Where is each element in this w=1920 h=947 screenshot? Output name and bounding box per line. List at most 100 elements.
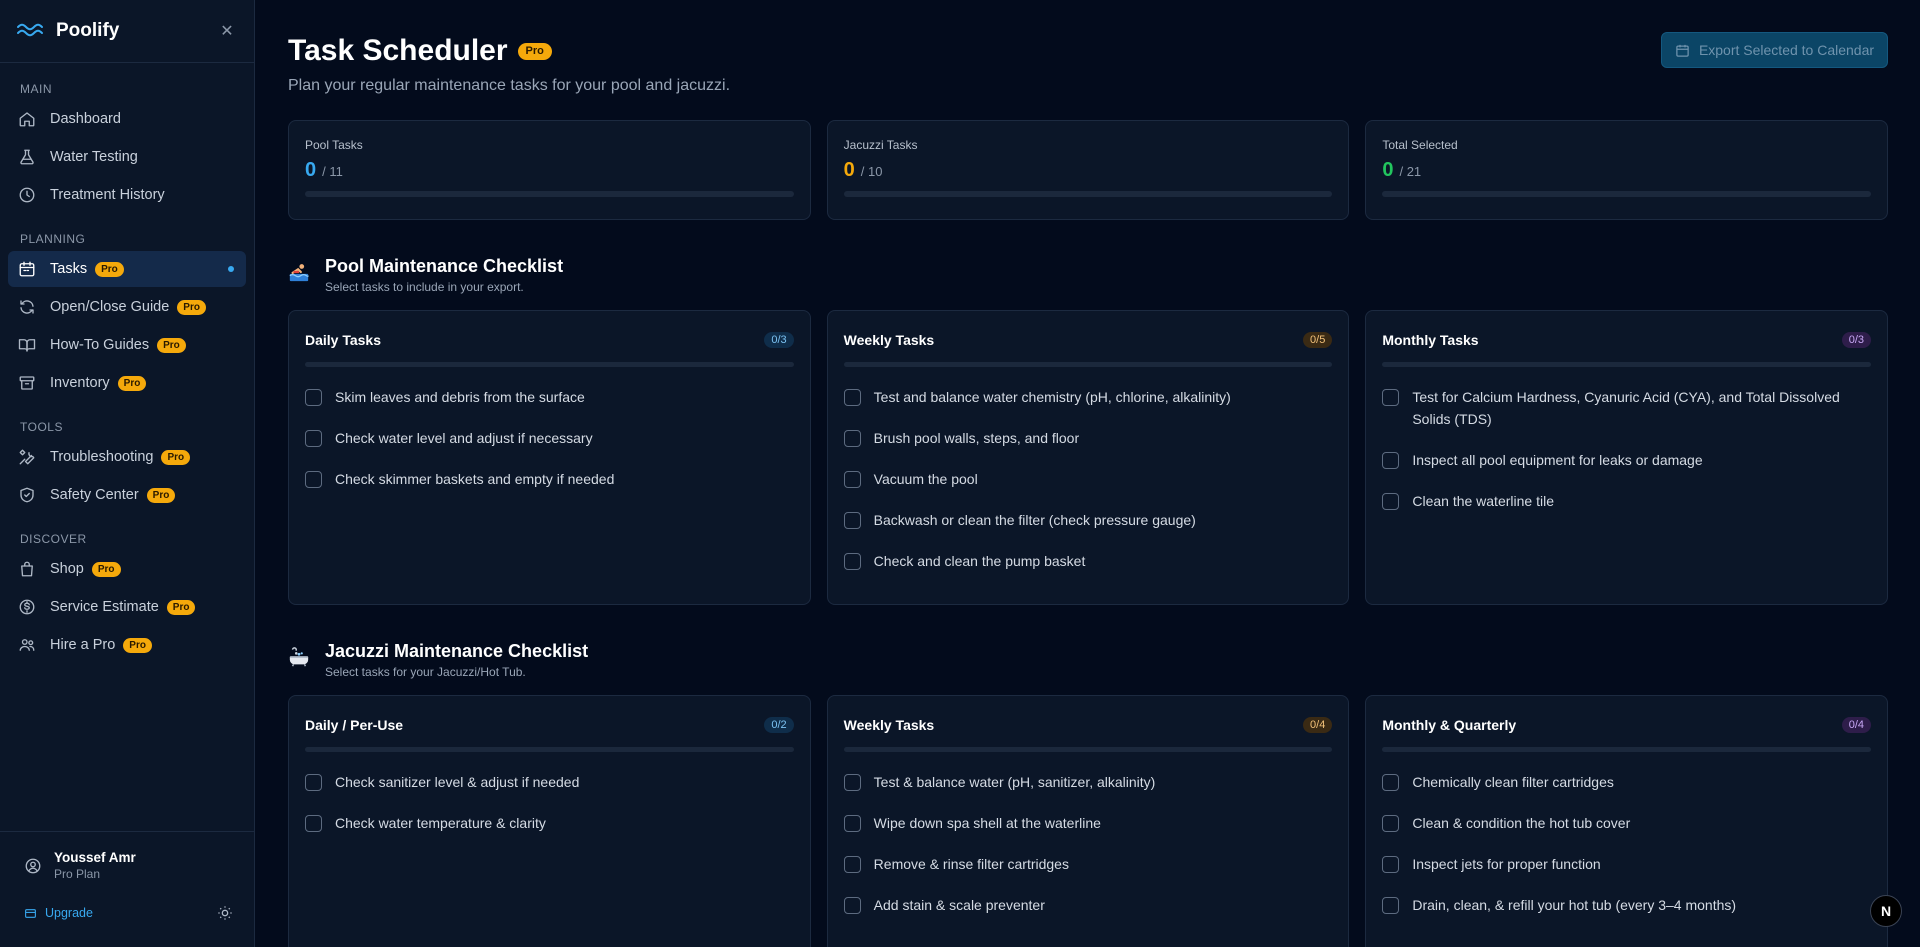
sidebar-item-troubleshooting[interactable]: Troubleshooting Pro [8, 439, 246, 475]
task-item[interactable]: Remove & rinse filter cartridges [843, 856, 1333, 875]
sidebar-item-label: Troubleshooting [50, 449, 154, 465]
sidebar-item-safety-center[interactable]: Safety Center Pro [8, 477, 246, 513]
task-label: Drain, clean, & refill your hot tub (eve… [1412, 897, 1737, 913]
sidebar-item-hire-a-pro[interactable]: Hire a Pro Pro [8, 627, 246, 663]
task-item[interactable]: Clean & condition the hot tub cover [1382, 815, 1871, 834]
stat-total: / 11 [322, 164, 343, 179]
task-checkbox[interactable] [843, 897, 861, 914]
task-item[interactable]: Check water temperature & clarity [305, 815, 794, 834]
task-item[interactable]: Skim leaves and debris from the surface [305, 389, 794, 408]
task-item[interactable]: Test for Calcium Hardness, Cyanuric Acid… [1382, 389, 1871, 430]
stat-label: Total Selected [1382, 138, 1458, 152]
task-item[interactable]: Clean the waterline tile [1382, 493, 1871, 512]
task-item[interactable]: Check sanitizer level & adjust if needed [305, 774, 794, 793]
n-floating-button[interactable]: N [1870, 895, 1902, 927]
task-label: Check sanitizer level & adjust if needed [335, 774, 580, 790]
task-item[interactable]: Vacuum the pool [843, 471, 1333, 490]
sidebar-item-water-testing[interactable]: Water Testing [8, 139, 246, 175]
task-checkbox[interactable] [843, 774, 861, 791]
nav-section: MAIN Dashboard Water Testing Treatment Hist… [0, 82, 254, 213]
task-checkbox[interactable] [843, 389, 861, 406]
sidebar-item-inventory[interactable]: Inventory Pro [8, 365, 246, 401]
task-checkbox[interactable] [843, 430, 861, 447]
sidebar-item-tasks[interactable]: Tasks Pro [8, 251, 246, 287]
task-checkbox[interactable] [1382, 897, 1400, 914]
task-checkbox[interactable] [1382, 856, 1400, 873]
book-icon [18, 336, 50, 354]
task-checkbox[interactable] [305, 471, 322, 488]
task-item[interactable]: Chemically clean filter cartridges [1382, 774, 1871, 793]
task-item[interactable]: Inspect all pool equipment for leaks or … [1382, 452, 1871, 471]
upgrade-link[interactable]: Upgrade [24, 906, 93, 920]
task-label: Check water level and adjust if necessar… [335, 430, 593, 446]
dollar-icon [18, 598, 50, 616]
nav-section-title: TOOLS [20, 420, 63, 434]
sidebar-item-label: Inventory [50, 375, 110, 391]
task-item[interactable]: Add stain & scale preventer [843, 897, 1333, 916]
task-item[interactable]: Inspect jets for proper function [1382, 856, 1871, 875]
task-item[interactable]: Check water level and adjust if necessar… [305, 430, 794, 449]
task-checkbox[interactable] [305, 815, 322, 832]
task-item[interactable]: Test and balance water chemistry (pH, ch… [843, 389, 1333, 408]
task-checkbox[interactable] [843, 512, 861, 529]
task-item[interactable]: Backwash or clean the filter (check pres… [843, 512, 1333, 531]
waves-logo-icon [17, 23, 43, 37]
task-checkbox[interactable] [1382, 389, 1400, 406]
sidebar-item-dashboard[interactable]: Dashboard [8, 101, 246, 137]
task-item[interactable]: Brush pool walls, steps, and floor [843, 430, 1333, 449]
active-indicator-dot [228, 266, 234, 272]
task-checkbox[interactable] [843, 553, 861, 570]
brand-header: Poolify ✕ [0, 0, 254, 63]
shield-icon [18, 486, 50, 504]
stat-card: Jacuzzi Tasks 0 / 10 [826, 120, 1350, 220]
sidebar-item-label: Treatment History [50, 187, 165, 203]
sidebar-item-open-close-guide[interactable]: Open/Close Guide Pro [8, 289, 246, 325]
task-column-header: Monthly & Quarterly 0/4 [1382, 715, 1872, 735]
export-calendar-button[interactable]: Export Selected to Calendar [1661, 32, 1888, 68]
swimmer-icon [288, 261, 310, 283]
sidebar-item-treatment-history[interactable]: Treatment History [8, 177, 246, 213]
task-item[interactable]: Test & balance water (pH, sanitizer, alk… [843, 774, 1333, 793]
stat-value: 0 / 21 [1382, 159, 1871, 182]
checklist-columns: Daily Tasks 0/3 Skim leaves and debris fro… [288, 310, 1889, 605]
task-checkbox[interactable] [305, 774, 322, 791]
stat-card: Total Selected 0 / 21 [1365, 120, 1889, 220]
stat-number: 0 [1382, 159, 1394, 181]
task-checkbox[interactable] [1382, 493, 1400, 510]
task-column-title: Daily / Per-Use [305, 717, 404, 733]
task-checkbox[interactable] [843, 815, 861, 832]
task-item[interactable]: Drain, clean, & refill your hot tub (eve… [1382, 897, 1871, 916]
user-row[interactable]: Youssef Amr Pro Plan [24, 850, 235, 881]
stat-total: / 21 [1399, 164, 1422, 179]
nav-section: TOOLS Troubleshooting Pro Safety Center Pro [0, 420, 254, 513]
task-column-progress-bar [305, 747, 794, 752]
task-checkbox[interactable] [843, 471, 861, 488]
main-content: Task Scheduler Pro Plan your regular mai… [288, 0, 1889, 947]
task-item[interactable]: Check and clean the pump basket [843, 553, 1333, 572]
task-label: Check water temperature & clarity [335, 815, 546, 831]
checklist-header: Jacuzzi Maintenance Checklist Select task… [288, 641, 1888, 681]
stat-label: Jacuzzi Tasks [843, 138, 918, 152]
task-checkbox[interactable] [305, 389, 322, 406]
stat-progress-bar [305, 191, 794, 197]
theme-toggle-button[interactable] [215, 903, 235, 923]
task-checkbox[interactable] [1382, 815, 1400, 832]
task-item[interactable]: Check skimmer baskets and empty if neede… [305, 471, 794, 490]
checklist-heading: Jacuzzi Maintenance Checklist Select task… [325, 641, 588, 679]
credit-card-icon [25, 908, 36, 918]
sidebar-item-how-to-guides[interactable]: How-To Guides Pro [8, 327, 246, 363]
task-checkbox[interactable] [843, 856, 861, 873]
calendar-icon [18, 260, 50, 278]
task-checkbox[interactable] [1382, 452, 1400, 469]
close-sidebar-icon[interactable]: ✕ [216, 20, 238, 42]
nav-section-title: MAIN [20, 82, 52, 96]
task-item[interactable]: Wipe down spa shell at the waterline [843, 815, 1333, 834]
checklist-columns: Daily / Per-Use 0/2 Check sanitizer level … [288, 695, 1889, 947]
sidebar-item-service-estimate[interactable]: Service Estimate Pro [8, 589, 246, 625]
task-checkbox[interactable] [305, 430, 322, 447]
clock-icon [18, 186, 50, 204]
task-label: Skim leaves and debris from the surface [335, 389, 585, 405]
task-checkbox[interactable] [1382, 774, 1400, 791]
task-label: Vacuum the pool [873, 471, 978, 487]
sidebar-item-shop[interactable]: Shop Pro [8, 551, 246, 587]
